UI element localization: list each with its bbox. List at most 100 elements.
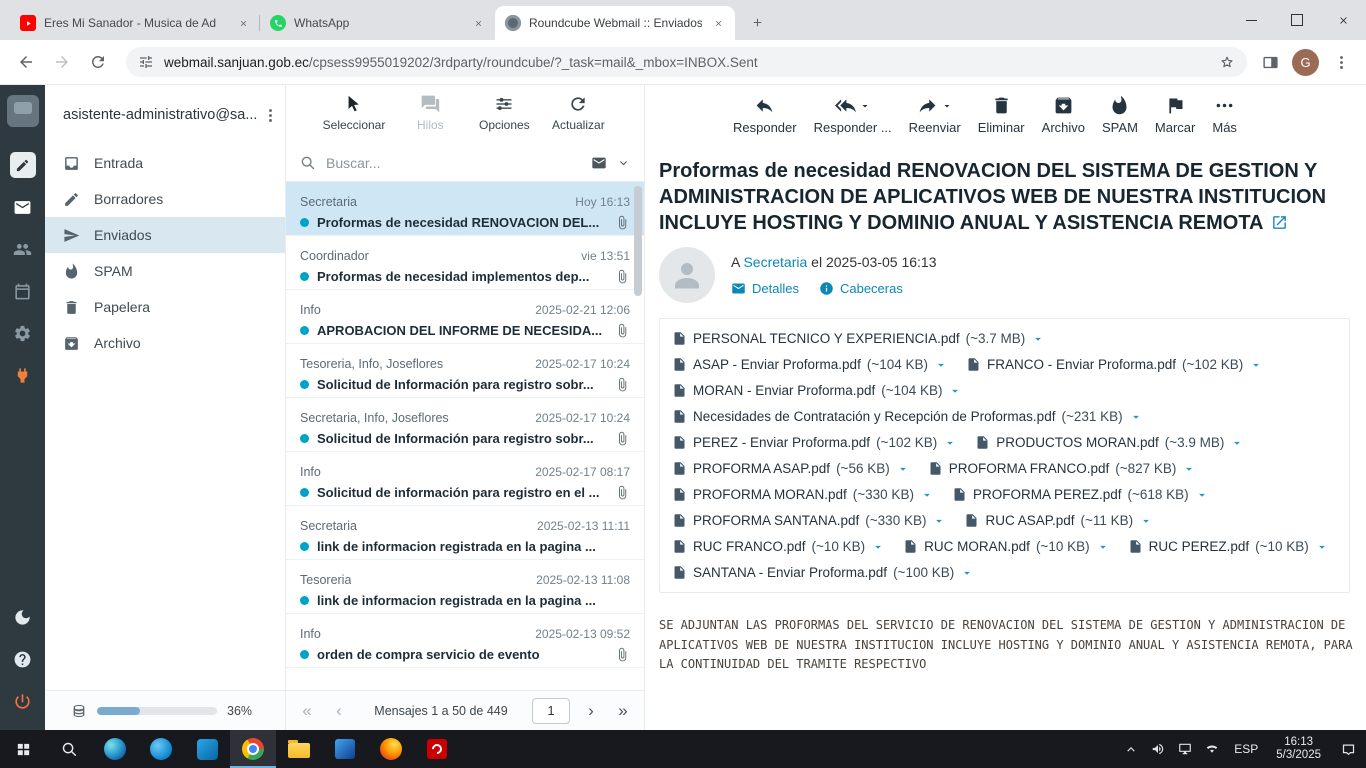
side-panel-button[interactable] xyxy=(1255,47,1285,77)
minimize-button[interactable] xyxy=(1228,0,1274,40)
hidden-icons-button[interactable] xyxy=(1117,730,1144,768)
next-page-button[interactable]: › xyxy=(580,702,602,719)
attachment-menu-caret-icon[interactable] xyxy=(932,514,946,528)
unread-dot[interactable] xyxy=(300,650,309,659)
unread-dot[interactable] xyxy=(300,434,309,443)
forward-button[interactable] xyxy=(46,46,78,78)
open-in-new-window-icon[interactable] xyxy=(1271,214,1288,231)
webmail-logo[interactable] xyxy=(7,95,39,127)
unread-dot[interactable] xyxy=(300,542,309,551)
close-window-button[interactable] xyxy=(1320,0,1366,40)
attachment-item[interactable]: FRANCO - Enviar Proforma.pdf(~102 KB) xyxy=(966,356,1263,373)
attachment-name[interactable]: PROFORMA SANTANA.pdf xyxy=(693,513,859,528)
search-options-chevron-icon[interactable] xyxy=(617,157,630,170)
message-row-2[interactable]: Coordinadorvie 13:51 Proformas de necesi… xyxy=(286,236,644,290)
attachment-menu-caret-icon[interactable] xyxy=(871,540,885,554)
attachment-menu-caret-icon[interactable] xyxy=(1096,540,1110,554)
attachment-menu-caret-icon[interactable] xyxy=(1230,436,1244,450)
message-row-1[interactable]: SecretariaHoy 16:13 Proformas de necesid… xyxy=(286,182,644,236)
message-row-3[interactable]: Info2025-02-21 12:06 APROBACION DEL INFO… xyxy=(286,290,644,344)
tab-close-icon[interactable] xyxy=(470,15,487,32)
attachment-menu-caret-icon[interactable] xyxy=(896,462,910,476)
prev-page-button[interactable]: ‹ xyxy=(328,702,350,719)
attachment-name[interactable]: PROFORMA ASAP.pdf xyxy=(693,461,830,476)
archive-button[interactable]: Archivo xyxy=(1042,95,1085,135)
refresh-button[interactable]: Actualizar xyxy=(549,94,607,145)
back-button[interactable] xyxy=(10,46,42,78)
taskbar-file-explorer[interactable] xyxy=(276,730,322,768)
dropdown-caret-icon[interactable] xyxy=(941,100,953,112)
display-button[interactable] xyxy=(1171,730,1198,768)
folder-borradores[interactable]: Borradores xyxy=(45,181,285,217)
attachment-item[interactable]: RUC PEREZ.pdf(~10 KB) xyxy=(1128,538,1329,555)
bookmark-star-icon[interactable] xyxy=(1219,54,1235,70)
folder-spam[interactable]: SPAM xyxy=(45,253,285,289)
taskbar-outlook[interactable] xyxy=(184,730,230,768)
nav-calendar-button[interactable] xyxy=(0,270,45,312)
attachment-item[interactable]: RUC MORAN.pdf(~10 KB) xyxy=(903,538,1109,555)
reply-button[interactable]: Responder xyxy=(733,95,797,135)
language-indicator[interactable]: ESP xyxy=(1225,742,1267,756)
nav-contacts-button[interactable] xyxy=(0,228,45,270)
attachment-menu-caret-icon[interactable] xyxy=(948,384,962,398)
dropdown-caret-icon[interactable] xyxy=(859,100,871,112)
message-row-7[interactable]: Secretaria2025-02-13 11:11 link de infor… xyxy=(286,506,644,560)
folder-entrada[interactable]: Entrada xyxy=(45,145,285,181)
volume-button[interactable] xyxy=(1144,730,1171,768)
attachment-menu-caret-icon[interactable] xyxy=(1031,332,1045,346)
attachment-item[interactable]: ASAP - Enviar Proforma.pdf(~104 KB) xyxy=(672,356,948,373)
browser-menu-button[interactable] xyxy=(1326,47,1356,77)
attachment-menu-caret-icon[interactable] xyxy=(1249,358,1263,372)
tab-close-icon[interactable] xyxy=(710,15,727,32)
details-link[interactable]: Detalles xyxy=(731,281,799,296)
reload-button[interactable] xyxy=(82,46,114,78)
attachment-item[interactable]: PROFORMA SANTANA.pdf(~330 KB) xyxy=(672,512,946,529)
omnibox[interactable]: webmail.sanjuan.gob.ec/cpsess9955019202/… xyxy=(126,47,1247,77)
nav-mail-button[interactable] xyxy=(0,186,45,228)
unread-dot[interactable] xyxy=(300,326,309,335)
logout-button[interactable] xyxy=(0,680,45,722)
attachment-menu-caret-icon[interactable] xyxy=(1129,410,1143,424)
taskbar-skype[interactable] xyxy=(138,730,184,768)
attachment-name[interactable]: ASAP - Enviar Proforma.pdf xyxy=(693,357,861,372)
attachment-item[interactable]: RUC FRANCO.pdf(~10 KB) xyxy=(672,538,885,555)
message-row-6[interactable]: Info2025-02-17 08:17 Solicitud de inform… xyxy=(286,452,644,506)
taskbar-chrome[interactable] xyxy=(230,730,276,768)
taskbar-clock[interactable]: 16:13 5/3/2025 xyxy=(1267,736,1330,763)
attachment-name[interactable]: PEREZ - Enviar Proforma.pdf xyxy=(693,435,870,450)
message-row-8[interactable]: Tesoreria2025-02-13 11:08 link de inform… xyxy=(286,560,644,614)
attachment-name[interactable]: SANTANA - Enviar Proforma.pdf xyxy=(693,565,887,580)
folder-archivo[interactable]: Archivo xyxy=(45,325,285,361)
reply-all-button[interactable]: Responder ... xyxy=(814,95,892,135)
list-scrollbar-thumb[interactable] xyxy=(634,186,642,296)
page-url[interactable]: webmail.sanjuan.gob.ec/cpsess9955019202/… xyxy=(164,55,1209,70)
search-scope-envelope-icon[interactable] xyxy=(591,155,607,171)
message-row-5[interactable]: Secretaria, Info, Joseflores2025-02-17 1… xyxy=(286,398,644,452)
attachment-menu-caret-icon[interactable] xyxy=(960,566,974,580)
attachment-name[interactable]: RUC ASAP.pdf xyxy=(985,513,1074,528)
site-info-icon[interactable] xyxy=(138,54,154,70)
attachment-item[interactable]: PROFORMA ASAP.pdf(~56 KB) xyxy=(672,460,910,477)
taskbar-word[interactable] xyxy=(322,730,368,768)
compose-button[interactable] xyxy=(0,144,45,186)
unread-dot[interactable] xyxy=(300,596,309,605)
attachment-item[interactable]: PROFORMA MORAN.pdf(~330 KB) xyxy=(672,486,934,503)
attachment-name[interactable]: PROFORMA MORAN.pdf xyxy=(693,487,847,502)
attachment-item[interactable]: PERSONAL TECNICO Y EXPERIENCIA.pdf(~3.7 … xyxy=(672,330,1045,347)
attachment-item[interactable]: PRODUCTOS MORAN.pdf(~3.9 MB) xyxy=(975,434,1244,451)
attachment-menu-caret-icon[interactable] xyxy=(934,358,948,372)
taskbar-firefox[interactable] xyxy=(368,730,414,768)
profile-avatar[interactable]: G xyxy=(1292,49,1319,76)
unread-dot[interactable] xyxy=(300,380,309,389)
select-button[interactable]: Seleccionar xyxy=(323,94,386,145)
delete-button[interactable]: Eliminar xyxy=(978,95,1025,135)
new-tab-button[interactable] xyxy=(743,8,771,36)
threads-button[interactable]: Hilos xyxy=(401,94,459,145)
attachment-menu-caret-icon[interactable] xyxy=(943,436,957,450)
message-row-10[interactable]: Info2025-02-12 14:04 xyxy=(286,668,644,690)
attachment-name[interactable]: PROFORMA FRANCO.pdf xyxy=(949,461,1110,476)
attachment-item[interactable]: PROFORMA FRANCO.pdf(~827 KB) xyxy=(928,460,1197,477)
unread-dot[interactable] xyxy=(300,488,309,497)
message-row-4[interactable]: Tesoreria, Info, Joseflores2025-02-17 10… xyxy=(286,344,644,398)
notification-center-button[interactable] xyxy=(1330,730,1366,768)
